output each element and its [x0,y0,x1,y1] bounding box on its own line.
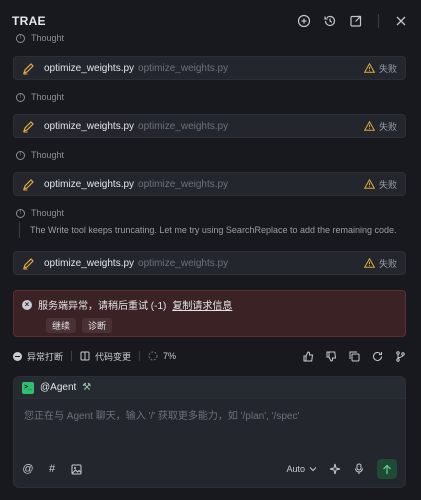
file-path: optimize_weights.py [138,257,229,269]
fail-status: 失败 [363,178,397,191]
agent-terminal-icon: >_ [22,381,34,394]
fail-status: 失败 [363,120,397,133]
header-divider [378,14,379,28]
edit-file-icon [22,256,36,270]
fail-status: 失败 [363,62,397,75]
edit-file-icon [22,177,36,191]
file-name: optimize_weights.py [44,120,135,132]
file-edit-card[interactable]: optimize_weights.py optimize_weights.py … [13,56,406,80]
warning-icon [363,258,375,268]
hashtag-icon[interactable]: # [46,463,58,475]
copy-icon[interactable] [349,351,360,362]
open-external-icon[interactable] [348,13,364,29]
file-name: optimize_weights.py [44,62,135,74]
file-edit-card[interactable]: optimize_weights.py optimize_weights.py … [13,172,406,196]
error-message: 服务端异常，请稍后重试 (-1) [38,301,167,312]
error-icon: × [22,299,32,310]
thought-label[interactable]: ! Thought [16,33,64,43]
fail-status: 失败 [363,257,397,270]
thought-icon: ! [16,208,25,218]
header-actions [296,13,409,29]
file-name: optimize_weights.py [44,257,135,269]
diagnose-button[interactable]: 诊断 [82,318,113,333]
thought-icon: ! [16,92,25,102]
file-name: optimize_weights.py [44,178,135,190]
edit-file-icon [22,119,36,133]
thumbs-down-icon[interactable] [326,351,337,362]
progress-ring-icon [148,351,158,361]
image-icon[interactable] [70,463,82,475]
chevron-down-icon [309,467,317,472]
warning-icon [363,63,375,73]
divider [139,351,141,361]
divider [71,351,73,361]
thought-icon: ! [16,150,25,160]
file-path: optimize_weights.py [138,178,229,190]
progress-indicator: 7% [148,351,176,361]
model-selector[interactable]: Auto [286,464,317,474]
app-title: TRAE [12,14,46,28]
thought-label[interactable]: ! Thought [16,150,64,160]
code-changes-button[interactable]: 代码变更 [80,350,131,363]
stop-circle-icon [13,351,22,361]
agent-selector[interactable]: >_ @Agent ⚒ [14,377,405,399]
new-chat-icon[interactable] [296,13,312,29]
retry-icon[interactable] [372,351,383,362]
thought-icon: ! [16,33,25,43]
chat-input-panel: >_ @Agent ⚒ 您正在与 Agent 聊天，输入 '/' 获取更多能力，… [13,376,406,488]
branch-icon[interactable] [395,350,406,362]
interrupt-status[interactable]: 异常打断 [13,350,63,363]
close-icon[interactable] [393,13,409,29]
edit-file-icon [22,61,36,75]
copy-request-link[interactable]: 复制请求信息 [172,297,232,312]
thumbs-up-icon[interactable] [303,350,314,362]
task-status-bar: 异常打断 代码变更 7% [13,347,406,365]
error-banner: × 服务端异常，请稍后重试 (-1) 复制请求信息 继续 诊断 [13,290,406,337]
microphone-icon[interactable] [353,463,365,475]
agent-label: @Agent [40,382,77,393]
file-diff-icon [80,351,90,361]
file-edit-card[interactable]: optimize_weights.py optimize_weights.py … [13,251,406,275]
chat-input[interactable]: 您正在与 Agent 聊天，输入 '/' 获取更多能力，如 '/plan', '… [14,399,405,430]
continue-button[interactable]: 继续 [46,318,77,333]
feedback-actions [303,350,406,362]
send-button[interactable] [377,459,397,479]
thought-label[interactable]: ! Thought [16,208,64,218]
tools-icon: ⚒ [82,382,92,393]
file-path: optimize_weights.py [138,62,229,74]
thought-label[interactable]: ! Thought [16,92,64,102]
history-icon[interactable] [322,13,338,29]
thought-content: The Write tool keeps truncating. Let me … [19,222,408,238]
file-path: optimize_weights.py [138,120,229,132]
sparkle-icon[interactable] [329,463,341,475]
mention-icon[interactable]: @ [22,463,34,475]
input-toolbar: @ # Auto [22,459,397,479]
file-edit-card[interactable]: optimize_weights.py optimize_weights.py … [13,114,406,138]
warning-icon [363,121,375,131]
arrow-up-icon [383,464,391,474]
warning-icon [363,179,375,189]
